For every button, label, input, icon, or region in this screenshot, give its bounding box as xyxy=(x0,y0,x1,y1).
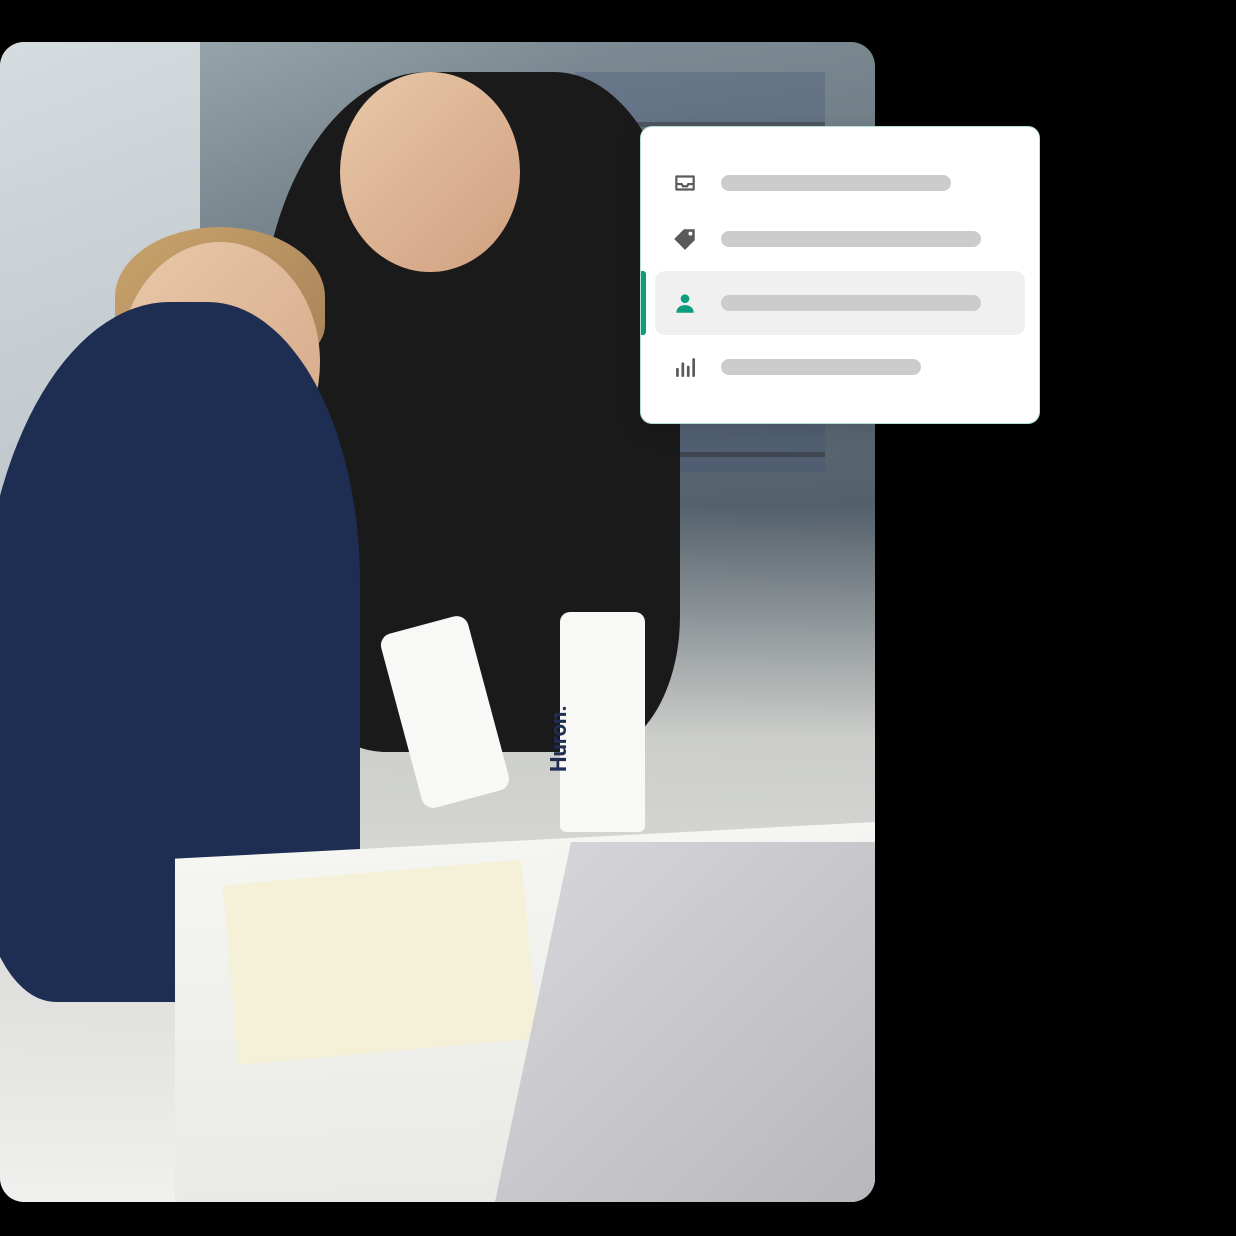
nav-item-label-placeholder xyxy=(721,175,951,191)
photo-notebook xyxy=(223,859,538,1064)
nav-item-analytics[interactable] xyxy=(641,339,1039,395)
inbox-icon xyxy=(671,169,699,197)
nav-item-customers[interactable] xyxy=(655,271,1025,335)
navigation-card xyxy=(640,126,1040,424)
nav-item-label-placeholder xyxy=(721,231,981,247)
photo-product-label: Huron. xyxy=(547,705,572,772)
photo-person-standing-head xyxy=(340,72,520,272)
nav-item-inbox[interactable] xyxy=(641,155,1039,211)
tag-icon xyxy=(671,225,699,253)
person-icon xyxy=(671,289,699,317)
analytics-icon xyxy=(671,353,699,381)
nav-item-label-placeholder xyxy=(721,295,981,311)
photo-bottle-2 xyxy=(560,612,645,832)
nav-item-label-placeholder xyxy=(721,359,921,375)
nav-item-tags[interactable] xyxy=(641,211,1039,267)
